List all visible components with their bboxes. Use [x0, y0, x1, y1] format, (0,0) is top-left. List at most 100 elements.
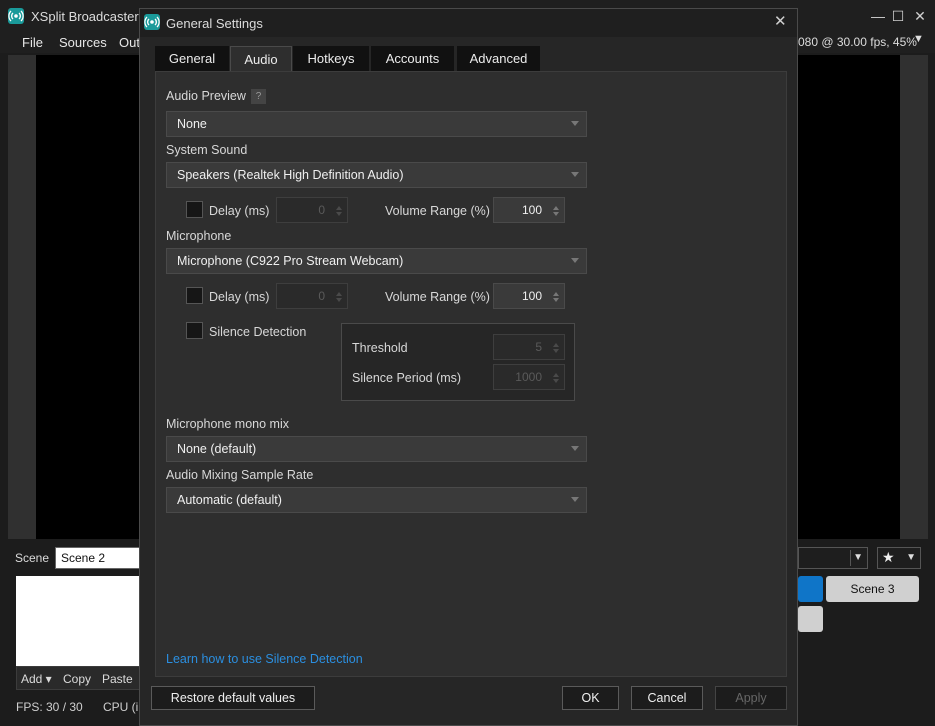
- cancel-button[interactable]: Cancel: [631, 686, 703, 710]
- stepper-up-icon: [553, 343, 559, 347]
- system-delay-stepper[interactable]: 0: [276, 197, 348, 223]
- close-button[interactable]: ✕: [910, 6, 930, 26]
- stepper-down-icon: [553, 212, 559, 216]
- status-dropdown-icon[interactable]: ▼: [913, 33, 924, 45]
- system-sound-value: Speakers (Realtek High Definition Audio): [177, 168, 404, 182]
- threshold-label: Threshold: [352, 341, 408, 355]
- mono-mix-label: Microphone mono mix: [166, 417, 289, 431]
- audio-preview-value: None: [177, 117, 207, 131]
- paste-source-button[interactable]: Paste: [102, 672, 133, 686]
- audio-preview-label: Audio Preview: [166, 89, 246, 103]
- menu-sources[interactable]: Sources: [59, 35, 107, 50]
- chevron-down-icon: ▼: [906, 552, 916, 563]
- chevron-down-icon: [571, 172, 579, 177]
- minimize-button[interactable]: —: [868, 6, 888, 26]
- system-delay-value: 0: [318, 203, 325, 217]
- mic-delay-stepper[interactable]: 0: [276, 283, 348, 309]
- system-delay-label: Delay (ms): [209, 204, 270, 218]
- preview-border-right: [900, 55, 928, 539]
- tab-hotkeys[interactable]: Hotkeys: [293, 46, 369, 72]
- sample-rate-select[interactable]: Automatic (default): [166, 487, 587, 513]
- microphone-value: Microphone (C922 Pro Stream Webcam): [177, 254, 404, 268]
- menu-file[interactable]: File: [22, 35, 43, 50]
- tab-general[interactable]: General: [155, 46, 229, 72]
- mic-volume-stepper[interactable]: 100: [493, 283, 565, 309]
- threshold-value: 5: [535, 340, 542, 354]
- mic-volume-value: 100: [521, 289, 542, 303]
- silence-period-value: 1000: [515, 370, 542, 384]
- silence-detection-help-link[interactable]: Learn how to use Silence Detection: [166, 652, 363, 666]
- tab-audio[interactable]: Audio: [230, 46, 292, 73]
- silence-period-label: Silence Period (ms): [352, 371, 462, 385]
- general-settings-dialog: General Settings ✕ General Audio Hotkeys…: [139, 8, 798, 726]
- mono-mix-value: None (default): [177, 442, 257, 456]
- maximize-button[interactable]: ☐: [888, 6, 908, 26]
- chevron-down-icon: ▼: [853, 552, 863, 563]
- xsplit-logo-icon: [8, 8, 24, 24]
- star-icon: ★: [882, 549, 895, 565]
- scene-tile-3[interactable]: Scene 3: [826, 576, 919, 602]
- stepper-down-icon: [553, 349, 559, 353]
- stepper-up-icon: [336, 206, 342, 210]
- stepper-up-icon: [553, 373, 559, 377]
- stepper-down-icon: [336, 298, 342, 302]
- mic-volume-label: Volume Range (%): [385, 290, 490, 304]
- microphone-select[interactable]: Microphone (C922 Pro Stream Webcam): [166, 248, 587, 274]
- tab-advanced[interactable]: Advanced: [457, 46, 540, 72]
- stepper-up-icon: [553, 206, 559, 210]
- system-sound-label: System Sound: [166, 143, 248, 157]
- silence-detection-label: Silence Detection: [209, 325, 307, 339]
- fps-readout: FPS: 30 / 30: [16, 700, 83, 714]
- stepper-down-icon: [336, 212, 342, 216]
- system-delay-checkbox[interactable]: [186, 201, 203, 218]
- help-icon[interactable]: ?: [251, 89, 266, 104]
- chevron-down-icon: [571, 121, 579, 126]
- dialog-close-button[interactable]: ✕: [774, 12, 787, 30]
- sample-rate-label: Audio Mixing Sample Rate: [166, 468, 314, 482]
- select-divider: [850, 550, 851, 566]
- mono-mix-select[interactable]: None (default): [166, 436, 587, 462]
- tab-accounts[interactable]: Accounts: [371, 46, 454, 72]
- stepper-down-icon: [553, 379, 559, 383]
- favorite-button[interactable]: ★ ▼: [877, 547, 921, 569]
- silence-period-stepper[interactable]: 1000: [493, 364, 565, 390]
- system-volume-value: 100: [521, 203, 542, 217]
- scene-tile-active[interactable]: [798, 576, 823, 602]
- threshold-stepper[interactable]: 5: [493, 334, 565, 360]
- scene-tile-empty[interactable]: [798, 606, 823, 632]
- restore-defaults-button[interactable]: Restore default values: [151, 686, 315, 710]
- microphone-label: Microphone: [166, 229, 232, 243]
- mic-delay-checkbox[interactable]: [186, 287, 203, 304]
- scene-select[interactable]: ▼: [798, 547, 868, 569]
- dialog-titlebar: General Settings ✕: [140, 9, 797, 37]
- apply-button[interactable]: Apply: [715, 686, 787, 710]
- xsplit-logo-icon: [144, 14, 160, 30]
- chevron-down-icon: [571, 497, 579, 502]
- system-sound-select[interactable]: Speakers (Realtek High Definition Audio): [166, 162, 587, 188]
- main-window-title: XSplit Broadcaster: [31, 9, 139, 24]
- stepper-up-icon: [553, 292, 559, 296]
- scene-label: Scene: [15, 551, 50, 565]
- silence-detection-checkbox[interactable]: [186, 322, 203, 339]
- copy-source-button[interactable]: Copy: [63, 672, 91, 686]
- system-volume-stepper[interactable]: 100: [493, 197, 565, 223]
- scene-name-input[interactable]: Scene 2: [55, 547, 145, 569]
- silence-detection-group: Threshold 5 Silence Period (ms) 1000: [341, 323, 575, 401]
- stepper-up-icon: [336, 292, 342, 296]
- add-source-button[interactable]: Add ▾: [21, 672, 52, 686]
- sources-list[interactable]: [16, 576, 146, 666]
- stepper-down-icon: [553, 298, 559, 302]
- mic-delay-value: 0: [318, 289, 325, 303]
- chevron-down-icon: [571, 446, 579, 451]
- cpu-readout: CPU (i: [103, 700, 139, 714]
- mic-delay-label: Delay (ms): [209, 290, 270, 304]
- chevron-down-icon: [571, 258, 579, 263]
- ok-button[interactable]: OK: [562, 686, 619, 710]
- stream-status: 080 @ 30.00 fps, 45%: [798, 35, 917, 49]
- preview-border-left: [8, 55, 36, 539]
- audio-preview-select[interactable]: None: [166, 111, 587, 137]
- menu-outputs[interactable]: Out: [119, 35, 140, 50]
- sample-rate-value: Automatic (default): [177, 493, 282, 507]
- dialog-title: General Settings: [166, 16, 263, 31]
- source-actions-bar: Add ▾ Copy Paste: [16, 666, 146, 690]
